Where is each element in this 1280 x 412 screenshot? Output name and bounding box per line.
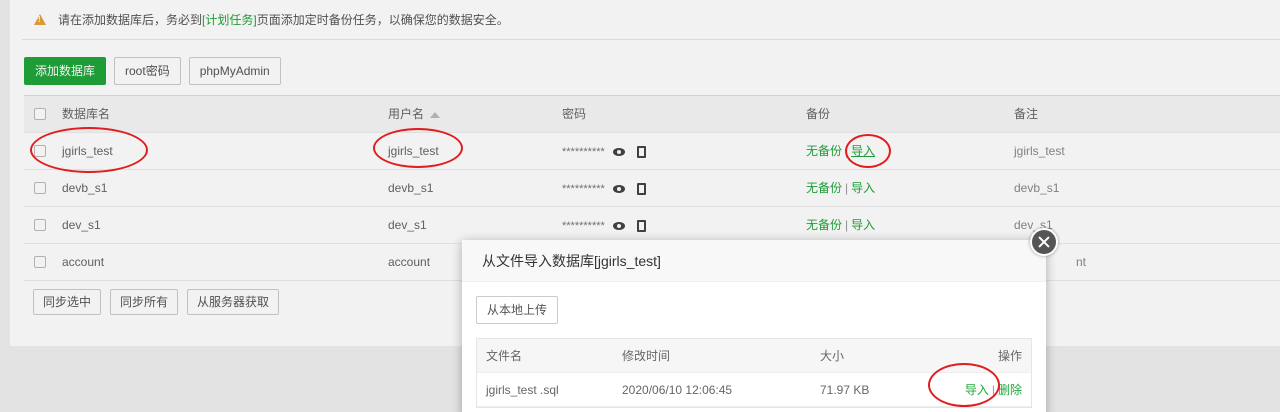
annotation-circle: [30, 127, 148, 173]
header-filename: 文件名: [486, 349, 523, 363]
annotation-circle: [928, 363, 1000, 407]
header-size: 大小: [820, 349, 845, 363]
annotation-circle: [845, 134, 891, 168]
annotation-circle: [373, 128, 463, 168]
file-name: jgirls_test .sql: [486, 383, 559, 397]
header-modified: 修改时间: [622, 349, 671, 363]
file-modified: 2020/06/10 12:06:45: [622, 383, 733, 397]
file-delete-link[interactable]: 删除: [998, 383, 1022, 397]
header-actions: 操作: [997, 349, 1022, 363]
upload-local-button[interactable]: 从本地上传: [476, 296, 559, 324]
file-size: 71.97 KB: [820, 383, 870, 397]
dialog-title: 从文件导入数据库[jgirls_test]: [462, 240, 1046, 282]
close-icon[interactable]: [1030, 228, 1058, 256]
